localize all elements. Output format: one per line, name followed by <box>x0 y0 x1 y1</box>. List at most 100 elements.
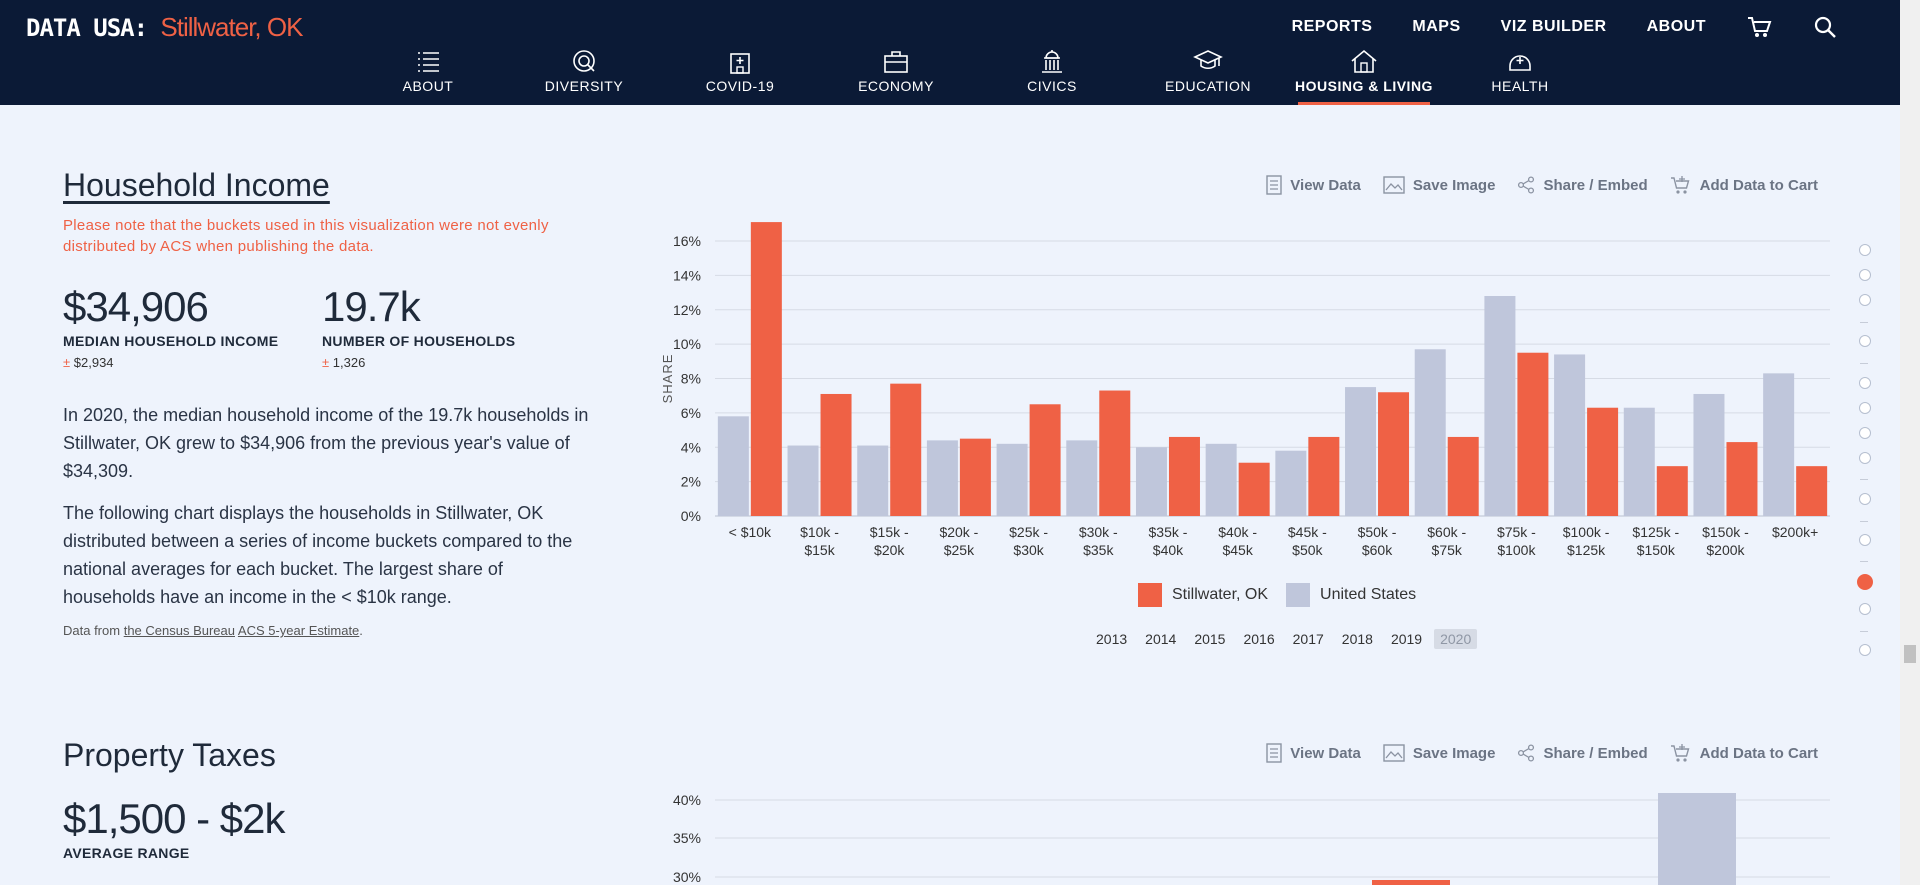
view-data-button[interactable]: View Data <box>1266 175 1361 195</box>
year-option[interactable]: 2018 <box>1336 629 1379 649</box>
year-option[interactable]: 2019 <box>1385 629 1428 649</box>
bar-united-states[interactable] <box>1205 443 1237 516</box>
bar-stillwater[interactable] <box>1238 462 1270 516</box>
bar-united-states[interactable] <box>1763 373 1795 516</box>
legend-item-united-states[interactable]: United States <box>1286 583 1416 607</box>
place-name[interactable]: Stillwater, OK <box>160 12 303 42</box>
median-income-label: MEDIAN HOUSEHOLD INCOME <box>63 333 279 349</box>
bar-stillwater[interactable] <box>820 393 852 516</box>
year-option[interactable]: 2017 <box>1287 629 1330 649</box>
legend-item-stillwater[interactable]: Stillwater, OK <box>1138 583 1268 607</box>
bar-stillwater[interactable] <box>750 222 782 516</box>
section-economy[interactable]: ECONOMY <box>818 48 974 105</box>
census-bureau-link[interactable]: the Census Bureau <box>124 623 235 638</box>
bar-stillwater[interactable] <box>1447 436 1479 516</box>
x-tick-label: $20k -$25k <box>939 524 978 558</box>
share-embed-button-2[interactable]: Share / Embed <box>1517 743 1648 763</box>
viz-builder-link[interactable]: VIZ BUILDER <box>1501 18 1607 36</box>
bar-united-states[interactable] <box>996 443 1028 516</box>
search-icon[interactable] <box>1812 14 1838 40</box>
year-option[interactable]: 2020 <box>1434 629 1478 649</box>
bar-stillwater[interactable] <box>1099 390 1131 516</box>
x-tick-label: $40k -$45k <box>1218 524 1257 558</box>
save-image-button-2[interactable]: Save Image <box>1383 743 1495 763</box>
add-to-cart-button-2[interactable]: Add Data to Cart <box>1670 743 1818 763</box>
bar-stillwater[interactable] <box>1796 466 1828 516</box>
about-link[interactable]: ABOUT <box>1647 18 1706 36</box>
bar-united-states[interactable] <box>1414 349 1446 516</box>
dot-nav-item[interactable] <box>1859 294 1871 306</box>
bar-stillwater[interactable] <box>1587 407 1619 516</box>
dot-nav-item[interactable] <box>1859 244 1871 256</box>
year-option[interactable]: 2014 <box>1139 629 1182 649</box>
year-option[interactable]: 2015 <box>1188 629 1231 649</box>
dot-nav-item[interactable] <box>1859 269 1871 281</box>
bar-stillwater[interactable] <box>1726 442 1758 516</box>
bar-stillwater[interactable] <box>890 383 922 516</box>
bar-united-states[interactable] <box>787 445 819 516</box>
bar-united-states[interactable] <box>1658 793 1736 885</box>
site-logo[interactable]: DATA USA: <box>26 14 148 42</box>
dot-nav-item[interactable] <box>1859 377 1871 389</box>
section-covid[interactable]: COVID-19 <box>662 48 818 105</box>
document-icon <box>1266 175 1282 195</box>
year-option[interactable]: 2013 <box>1090 629 1133 649</box>
section-about[interactable]: ABOUT <box>350 48 506 105</box>
bar-united-states[interactable] <box>717 416 749 516</box>
bar-united-states[interactable] <box>1275 450 1307 516</box>
dot-nav-item[interactable] <box>1859 493 1871 505</box>
page-scrollbar[interactable] <box>1900 0 1920 885</box>
save-image-button[interactable]: Save Image <box>1383 175 1495 195</box>
acs-estimate-link[interactable]: ACS 5-year Estimate <box>238 623 359 638</box>
top-links: REPORTS MAPS VIZ BUILDER ABOUT <box>1292 14 1838 40</box>
view-data-button-2[interactable]: View Data <box>1266 743 1361 763</box>
brand[interactable]: DATA USA: Stillwater, OK <box>26 10 303 44</box>
share-embed-button[interactable]: Share / Embed <box>1517 175 1648 195</box>
bar-stillwater[interactable] <box>1372 880 1450 885</box>
household-income-title[interactable]: Household Income <box>63 167 330 204</box>
bar-united-states[interactable] <box>1693 393 1725 516</box>
bar-united-states[interactable] <box>1623 407 1655 516</box>
reports-link[interactable]: REPORTS <box>1292 18 1373 36</box>
bar-united-states[interactable] <box>1345 387 1377 516</box>
maps-link[interactable]: MAPS <box>1412 18 1460 36</box>
x-tick-label: $100k -$125k <box>1563 524 1610 558</box>
section-health[interactable]: HEALTH <box>1442 48 1598 105</box>
property-taxes-title[interactable]: Property Taxes <box>63 737 276 774</box>
bar-stillwater[interactable] <box>959 438 991 516</box>
bar-stillwater[interactable] <box>1308 436 1340 516</box>
bar-stillwater[interactable] <box>1029 404 1061 516</box>
dot-nav-item[interactable] <box>1859 644 1871 656</box>
bar-united-states[interactable] <box>1554 354 1586 516</box>
dot-nav-item[interactable] <box>1859 452 1871 464</box>
bar-united-states[interactable] <box>1135 447 1167 516</box>
bar-stillwater[interactable] <box>1378 392 1410 516</box>
x-tick-label: $150k -$200k <box>1702 524 1749 558</box>
dot-nav-item-active[interactable] <box>1857 574 1873 590</box>
bar-united-states[interactable] <box>857 445 889 516</box>
dot-nav-item[interactable] <box>1859 402 1871 414</box>
dot-nav-item[interactable] <box>1859 603 1871 615</box>
graduation-cap-icon <box>1193 50 1223 70</box>
bar-united-states[interactable] <box>926 440 958 516</box>
bar-united-states[interactable] <box>1484 296 1516 516</box>
section-housing-living[interactable]: HOUSING & LIVING <box>1286 48 1442 105</box>
house-icon <box>1351 49 1377 73</box>
dot-nav-item[interactable] <box>1859 335 1871 347</box>
dot-nav-item[interactable] <box>1859 534 1871 546</box>
section-civics[interactable]: CIVICS <box>974 48 1130 105</box>
dot-nav-item[interactable] <box>1859 427 1871 439</box>
median-income-value: $34,906 <box>63 283 209 330</box>
share-icon <box>1518 744 1535 762</box>
bar-stillwater[interactable] <box>1517 352 1549 516</box>
cart-icon[interactable] <box>1746 14 1772 40</box>
hospital-icon <box>730 53 750 74</box>
bar-united-states[interactable] <box>1066 440 1098 516</box>
section-education[interactable]: EDUCATION <box>1130 48 1286 105</box>
year-option[interactable]: 2016 <box>1237 629 1280 649</box>
add-to-cart-button[interactable]: Add Data to Cart <box>1670 175 1818 195</box>
bar-stillwater[interactable] <box>1168 436 1200 516</box>
bar-stillwater[interactable] <box>1656 466 1688 516</box>
scrollbar-thumb[interactable] <box>1904 645 1916 663</box>
section-diversity[interactable]: DIVERSITY <box>506 48 662 105</box>
